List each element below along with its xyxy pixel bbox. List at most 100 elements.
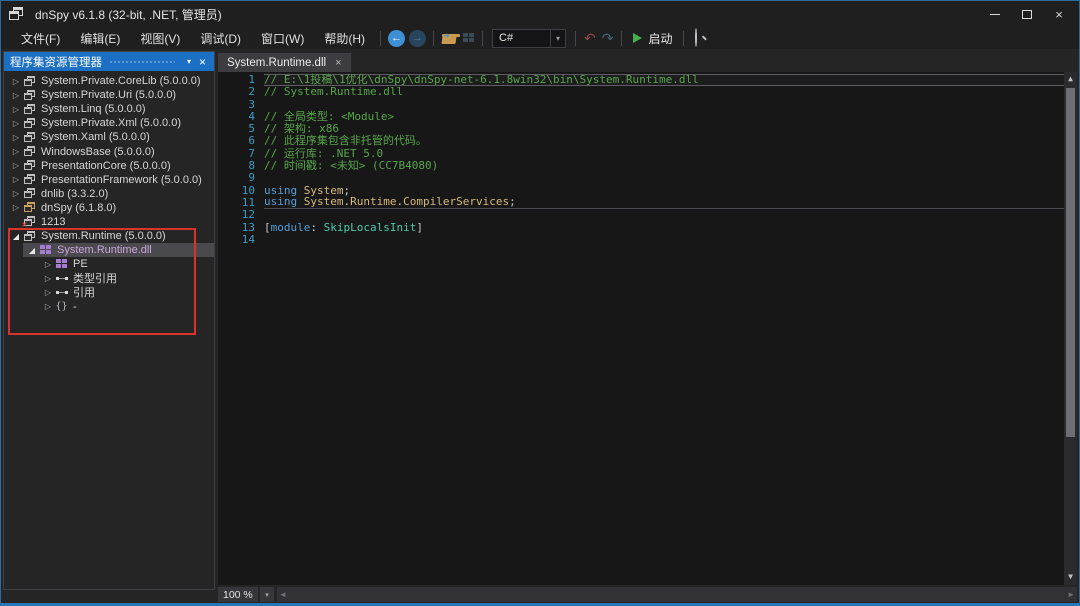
tree-item[interactable]: ▷System.Private.CoreLib (5.0.0.0) [4, 74, 214, 88]
maximize-button[interactable] [1011, 3, 1043, 25]
tree-item[interactable]: ▷dnSpy (6.1.8.0) [4, 201, 214, 215]
minimize-button[interactable] [979, 3, 1011, 25]
tree-item[interactable]: ▷System.Private.Xml (5.0.0.0) [4, 116, 214, 130]
scroll-down-icon[interactable]: ▼ [1064, 571, 1077, 584]
panel-close-icon[interactable]: × [196, 55, 209, 69]
code-line: 13[module: SkipLocalsInit] [218, 222, 1064, 234]
assembly-icon [24, 231, 36, 242]
redo-button[interactable]: ↷ [602, 30, 614, 47]
close-icon: × [1055, 7, 1063, 22]
token-kw: module [271, 222, 311, 234]
menu-toolbar: 文件(F)编辑(E)视图(V)调试(D)窗口(W)帮助(H) ← → ➜ C# … [1, 27, 1079, 49]
expander-collapsed-icon[interactable]: ▷ [10, 105, 22, 114]
tree-item[interactable]: ▷dnlib (3.3.2.0) [4, 187, 214, 201]
token-ns: Runtime [350, 196, 396, 208]
tree-item-icon-wrap: {} [54, 301, 69, 312]
window-title: dnSpy v6.1.8 (32-bit, .NET, 管理员) [35, 6, 222, 23]
line-number: 3 [218, 99, 264, 111]
editor-bottom-bar: 100 % ▾ ◄ ► [218, 586, 1077, 603]
expander-expanded-icon[interactable]: ◢ [10, 232, 22, 241]
app-icon [9, 7, 25, 21]
line-content [264, 172, 1064, 184]
menu-item[interactable]: 帮助(H) [314, 27, 375, 50]
horizontal-scrollbar[interactable]: ◄ ► [277, 587, 1077, 602]
tree-item[interactable]: ✕1213 [4, 215, 214, 229]
scroll-left-icon[interactable]: ◄ [279, 590, 287, 599]
tree-item[interactable]: ▷PresentationCore (5.0.0.0) [4, 159, 214, 173]
scroll-up-icon[interactable]: ▲ [1064, 73, 1077, 86]
start-debug-button[interactable]: 启动 [627, 30, 678, 47]
line-number: 11 [218, 197, 264, 209]
search-button[interactable] [689, 29, 703, 47]
expander-collapsed-icon[interactable]: ▷ [42, 274, 54, 283]
tree-item-icon-wrap [38, 245, 53, 255]
toolbar-separator [621, 31, 622, 46]
expander-collapsed-icon[interactable]: ▷ [10, 175, 22, 184]
expander-collapsed-icon[interactable]: ▷ [42, 260, 54, 269]
menu-item[interactable]: 调试(D) [190, 27, 251, 50]
tree-item[interactable]: ▷类型引用 [4, 271, 214, 285]
tree-item-icon-wrap [22, 160, 37, 171]
line-content [264, 234, 1064, 246]
navigate-forward-button[interactable]: → [409, 30, 426, 47]
assembly-icon [24, 146, 36, 157]
close-button[interactable]: × [1043, 3, 1075, 25]
code-editor[interactable]: 1// E:\1投稿\1优化\dnSpy\dnSpy-net-6.1.8win3… [218, 72, 1077, 585]
panel-menu-caret-icon[interactable]: ▾ [182, 57, 196, 66]
scrollbar-thumb[interactable] [1066, 88, 1075, 437]
minimize-icon [990, 14, 1000, 15]
assembly-icon: ✕ [24, 216, 36, 227]
toolbar-separator [482, 31, 483, 46]
expander-collapsed-icon[interactable]: ▷ [10, 119, 22, 128]
tree-item[interactable]: ▷PE [4, 257, 214, 271]
scroll-right-icon[interactable]: ► [1067, 590, 1075, 599]
menu-item[interactable]: 窗口(W) [251, 27, 314, 50]
expander-collapsed-icon[interactable]: ▷ [10, 77, 22, 86]
dnspy-window: dnSpy v6.1.8 (32-bit, .NET, 管理员) × 文件(F)… [0, 0, 1080, 606]
vertical-scrollbar[interactable]: ▲ ▼ [1064, 72, 1077, 585]
tree-item[interactable]: ▷WindowsBase (5.0.0.0) [4, 144, 214, 158]
zoom-level-value[interactable]: 100 % [218, 587, 258, 602]
line-content: [module: SkipLocalsInit] [264, 222, 1064, 234]
menu-item[interactable]: 文件(F) [11, 27, 70, 50]
line-number: 12 [218, 209, 264, 221]
expander-collapsed-icon[interactable]: ▷ [42, 288, 54, 297]
toolbar-separator [575, 31, 576, 46]
expander-collapsed-icon[interactable]: ▷ [10, 91, 22, 100]
tree-item[interactable]: ◢ System.Runtime (5.0.0.0) [4, 229, 214, 243]
tree-item-label: 1213 [37, 216, 65, 228]
undo-button[interactable]: ↶ [584, 30, 596, 47]
open-from-gac-button[interactable] [463, 33, 474, 43]
tree-item[interactable]: ▷System.Linq (5.0.0.0) [4, 102, 214, 116]
expander-collapsed-icon[interactable]: ▷ [10, 203, 22, 212]
zoom-caret-icon[interactable]: ▾ [260, 587, 274, 602]
tab-system-runtime-dll[interactable]: System.Runtime.dll × [218, 53, 351, 72]
tree-item[interactable]: ▷{}- [4, 300, 214, 314]
forward-icon: → [412, 32, 423, 44]
menu-item[interactable]: 编辑(E) [70, 27, 130, 50]
line-number: 6 [218, 135, 264, 147]
expander-collapsed-icon[interactable]: ▷ [10, 133, 22, 142]
tree-item[interactable]: ▷PresentationFramework (5.0.0.0) [4, 173, 214, 187]
expander-collapsed-icon[interactable]: ▷ [10, 189, 22, 198]
toolbar-separator [380, 31, 381, 46]
tree-item-icon-wrap [22, 202, 37, 213]
panel-header[interactable]: 程序集资源管理器 ▾ × [4, 52, 214, 71]
open-file-button[interactable]: ➜ [442, 33, 457, 44]
menu-item[interactable]: 视图(V) [130, 27, 190, 50]
tree-item[interactable]: ◢ System.Runtime.dll [4, 243, 214, 257]
language-select[interactable]: C# ▾ [492, 29, 566, 48]
tree-item[interactable]: ▷System.Xaml (5.0.0.0) [4, 130, 214, 144]
navigate-back-button[interactable]: ← [388, 30, 405, 47]
tree-item-label: System.Runtime (5.0.0.0) [37, 230, 166, 242]
tree-item[interactable]: ▷System.Private.Uri (5.0.0.0) [4, 88, 214, 102]
code-lines: 1// E:\1投稿\1优化\dnSpy\dnSpy-net-6.1.8win3… [218, 72, 1064, 585]
expander-collapsed-icon[interactable]: ▷ [10, 161, 22, 170]
tree-item[interactable]: ▷引用 [4, 285, 214, 299]
module-icon [40, 245, 51, 255]
tab-close-icon[interactable]: × [335, 57, 341, 69]
tree-item-label: System.Runtime.dll [53, 244, 152, 256]
expander-expanded-icon[interactable]: ◢ [26, 246, 38, 255]
expander-collapsed-icon[interactable]: ▷ [42, 302, 54, 311]
expander-collapsed-icon[interactable]: ▷ [10, 147, 22, 156]
